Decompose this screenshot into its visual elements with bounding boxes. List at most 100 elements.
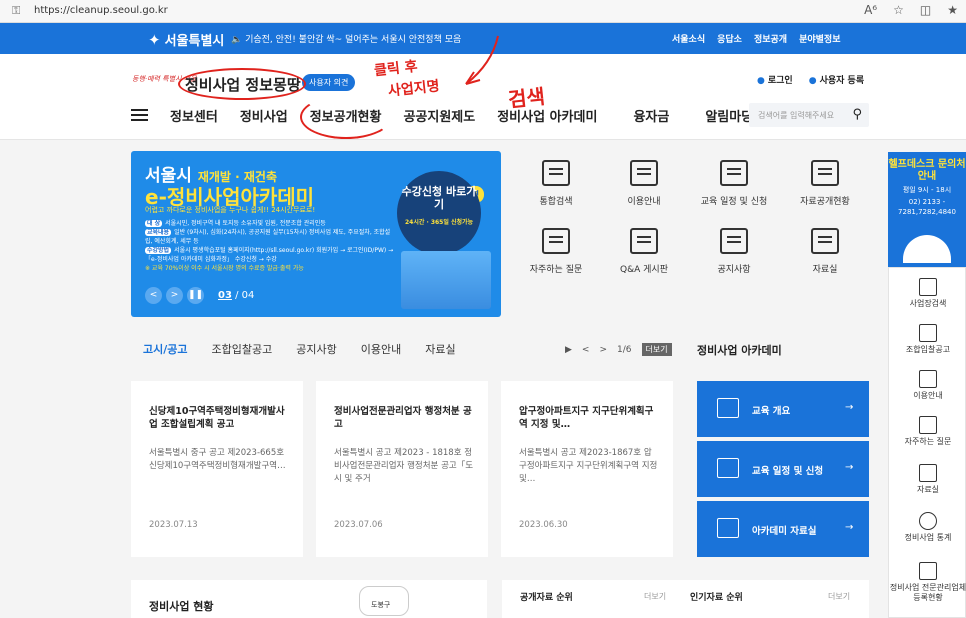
quick-faq[interactable]: 자주하는 질문 [516,228,596,275]
nav-info-center[interactable]: 정보센터 [170,106,218,125]
helpdesk-title: 헬프데스크 문의처안내 [888,159,966,182]
project-status-panel: 정비사업 현황 도봉구 [131,580,487,618]
side-company-registry[interactable]: 정비사업 전문관리업체 등록현황 [889,562,966,603]
side-site-search[interactable]: 사업장검색 [889,278,966,309]
helpdesk-panel[interactable]: 헬프데스크 문의처안내 평일 9시 - 18시 02) 2133 - 7281,… [888,152,966,267]
seoul-logo[interactable]: ✦ 서울특별시 [148,30,224,49]
tab-bid-notices[interactable]: 조합입찰공고 [212,341,273,357]
list-doc-icon [919,464,937,482]
search-doc-icon [542,160,570,186]
card-body: 서울특별시 공고 제2023 - 1818호 정비사업전문관리업자 행정처분 공… [334,448,474,484]
map-label-dobong[interactable]: 도봉구 [371,600,390,610]
quick-notices[interactable]: 공지사항 [694,228,774,275]
tab-pager: ▶ < > 1/6 더보기 [565,343,672,356]
speech-icon [919,416,937,434]
topbar-link-news[interactable]: 서울소식 [672,32,705,45]
next-slide-button[interactable]: > [166,287,183,304]
favorites-list-icon[interactable]: ★ [947,3,958,17]
notice-card[interactable]: 압구정아파트지구 지구단위계획구역 지정 및… 서울특별시 공고 제2023-1… [501,381,673,557]
prev-slide-button[interactable]: < [145,287,162,304]
side-quick-menu: 사업장검색 조합입찰공고 이용안내 자주하는 질문 자료실 정비사업 통계 정비… [888,267,966,618]
apply-now-circle[interactable]: 수강신청 바로가기 24시간 · 365일 신청가능 [397,171,481,255]
ranking-more-button[interactable]: 더보기 [644,591,666,602]
address-bar[interactable]: https://cleanup.seoul.go.kr [34,5,168,16]
card-title: 압구정아파트지구 지구단위계획구역 지정 및… [519,406,654,430]
academy-overview[interactable]: 교육 개요 → [697,381,869,437]
nav-loans[interactable]: 융자금 [633,106,669,125]
pause-button[interactable]: ❚❚ [187,287,204,304]
play-icon[interactable]: ▶ [565,345,572,355]
clip-doc-icon [811,228,839,254]
side-archive[interactable]: 자료실 [889,464,966,495]
tab-usage-guide[interactable]: 이용안내 [361,341,401,357]
nav-projects[interactable]: 정비사업 [240,106,288,125]
side-bid-notices[interactable]: 조합입찰공고 [889,324,966,355]
ranking-panel: 공개자료 순위 더보기 인기자료 순위 더보기 [502,580,869,618]
side-faq[interactable]: 자주하는 질문 [889,416,966,447]
arrow-icon: → [845,462,854,473]
nav-notices[interactable]: 알림마당 [705,106,753,125]
academy-schedule[interactable]: 교육 일정 및 신청 → [697,441,869,497]
side-usage-guide[interactable]: 이용안내 [889,370,966,401]
quick-usage-guide[interactable]: 이용안내 [604,160,684,207]
annotation-arrow [465,35,499,85]
tab-notices[interactable]: 공지사항 [296,341,336,357]
popular-more-button[interactable]: 더보기 [828,591,850,602]
quick-archive[interactable]: 자료실 [785,228,865,275]
ranking-disclosed-title: 공개자료 순위 [520,593,573,603]
nav-public-support[interactable]: 공공지원제도 [403,106,475,125]
notice-tabs: 고시/공고 조합입찰공고 공지사항 이용안내 자료실 [143,341,480,357]
chat-bubble-icon [630,228,658,254]
academy-archive[interactable]: 아카데미 자료실 → [697,501,869,557]
notice-ticker[interactable]: 🔈 기승전, 안전! 불안감 싹~ 덜어주는 서울시 안전정책 모음 [231,32,461,45]
user-opinion-button[interactable]: 사용자 의견 [302,74,356,91]
side-statistics[interactable]: 정비사업 통계 [889,512,966,543]
academy-banner[interactable]: 서울시 재개발 · 재건축 e-정비사업아카데미 상시운영 어렵고 까다로운 정… [131,151,501,317]
registry-doc-icon [919,562,937,580]
quick-data-disclosure[interactable]: 자료공개현황 [785,160,865,207]
books-illustration [401,251,491,309]
next-icon[interactable]: > [599,345,607,355]
project-status-title: 정비사업 현황 [149,600,214,613]
board-person-icon [542,228,570,254]
banner-details: 대 상 서울시민, 정비구역 내 토지등 소유자및 임원, 전문조합 관리인등 교… [145,219,395,273]
read-aloud-icon[interactable]: A⁶ [864,3,877,17]
notice-card[interactable]: 정비사업전문관리업자 행정처분 공고 서울특별시 공고 제2023 - 1818… [316,381,488,557]
staff-illustration [903,235,951,263]
search-box[interactable]: 검색어를 입력해주세요 ⚲ [749,103,869,127]
register-link[interactable]: ● 사용자 등록 [809,73,864,86]
helpdesk-phone: 02) 2133 - 7281,7282,4840 [898,198,956,216]
more-button[interactable]: 더보기 [641,343,672,356]
search-icon[interactable]: ⚲ [852,107,862,122]
seoul-mark-icon: ✦ [148,31,161,49]
annotation-circle-nav [300,95,392,139]
split-screen-icon[interactable]: ◫ [920,3,931,17]
tab-archive[interactable]: 자료실 [425,341,455,357]
banner-row: 교육내용 일반 (9차시), 심화(24차시), 공공지원 실무(15차시) 정비… [145,229,391,245]
lock-icon: ● [757,76,765,86]
topbar-link-fields[interactable]: 분야별정보 [799,32,840,45]
topbar-link-response[interactable]: 응답소 [717,32,742,45]
chart-doc-icon [811,160,839,186]
card-date: 2023.07.06 [334,520,383,530]
card-date: 2023.06.30 [519,520,568,530]
tab-announcements[interactable]: 고시/공고 [143,341,188,357]
quick-education-schedule[interactable]: 교육 일정 및 신청 [694,160,774,207]
topbar-link-info[interactable]: 정보공개 [754,32,787,45]
pie-chart-icon [919,512,937,530]
favorite-star-icon[interactable]: ☆ [893,3,904,17]
bar-chart-icon [717,518,739,538]
menu-icon[interactable] [131,109,148,121]
card-date: 2023.07.13 [149,520,198,530]
arrow-icon: → [845,402,854,413]
quick-integrated-search[interactable]: 통합검색 [516,160,596,207]
card-title: 정비사업전문관리업자 행정처분 공고 [334,406,472,430]
search-input[interactable]: 검색어를 입력해주세요 [758,110,834,121]
notice-card[interactable]: 신당제10구역주택정비형재개발사업 조합설립계획 공고 서울특별시 중구 공고 … [131,381,303,557]
login-link[interactable]: ● 로그인 [757,73,793,86]
laptop-icon [720,228,748,254]
prev-icon[interactable]: < [582,345,590,355]
helpdesk-hours: 평일 9시 - 18시 [902,186,952,194]
quick-qna[interactable]: Q&A 게시판 [604,228,684,275]
card-body: 서울특별시 중구 공고 제2023-665호 신당제10구역주택정비형재개발구역… [149,448,286,471]
